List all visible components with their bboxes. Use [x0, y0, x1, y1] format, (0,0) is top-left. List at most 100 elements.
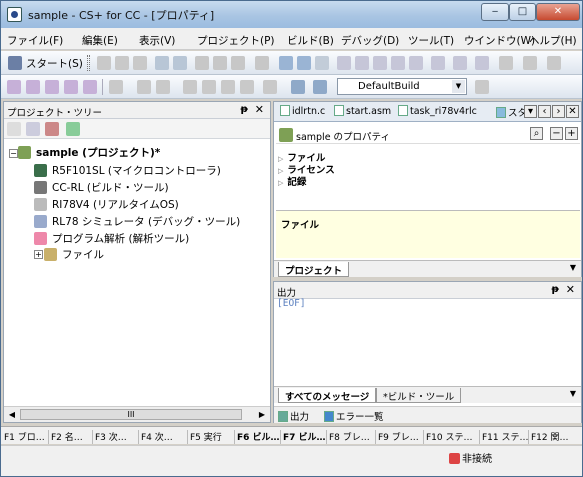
return-icon[interactable]: [431, 56, 445, 70]
restart-icon[interactable]: [475, 56, 489, 70]
tab-list-icon[interactable]: ▾: [524, 105, 537, 118]
go-icon[interactable]: [355, 56, 369, 70]
build-download-icon[interactable]: [297, 56, 311, 70]
fkey-11[interactable]: F11 ステ…: [479, 430, 529, 444]
run-icon[interactable]: [373, 56, 387, 70]
find-files-icon[interactable]: [231, 56, 245, 70]
user-icon[interactable]: [45, 122, 59, 136]
maximize-button[interactable]: □: [509, 3, 536, 21]
format-icon[interactable]: [137, 80, 151, 94]
menu-help[interactable]: ヘルプ(H): [529, 33, 577, 48]
menu-file[interactable]: ファイル(F): [7, 33, 63, 48]
reset-icon[interactable]: [315, 56, 329, 70]
link-icon[interactable]: [109, 80, 123, 94]
output-text[interactable]: [EOF]: [277, 298, 306, 309]
chevron-down-icon[interactable]: ▼: [452, 80, 465, 93]
panel-icon[interactable]: [240, 80, 254, 94]
tab-project[interactable]: プロジェクト: [278, 262, 350, 277]
fkey-5[interactable]: F5 実行: [187, 430, 222, 444]
expand-toggle[interactable]: +: [34, 250, 43, 259]
app-icon[interactable]: [7, 7, 22, 22]
window-icon[interactable]: [183, 80, 197, 94]
fkey-6[interactable]: F6 ビル…: [234, 430, 280, 444]
bookmark-next-icon[interactable]: [26, 80, 40, 94]
cpu-reset-icon[interactable]: [453, 56, 467, 70]
fkey-4[interactable]: F4 次…: [138, 430, 173, 444]
settings-icon[interactable]: [523, 56, 537, 70]
fkey-9[interactable]: F9 ブレ…: [375, 430, 419, 444]
close-icon[interactable]: ✕: [566, 105, 579, 118]
chevron-down-icon[interactable]: ▼: [570, 263, 576, 272]
tab-idlrtn[interactable]: idlrtn.c: [280, 105, 325, 117]
expand-icon[interactable]: ▷: [278, 179, 283, 187]
menu-debug[interactable]: デバッグ(D): [341, 33, 399, 48]
tab-output[interactable]: 出力: [278, 409, 309, 423]
fkey-8[interactable]: F8 ブレ…: [326, 430, 370, 444]
bookmark-icon[interactable]: [255, 56, 269, 70]
refresh-icon[interactable]: [26, 122, 40, 136]
bookmark-toggle-icon[interactable]: [7, 80, 21, 94]
category-record[interactable]: ▷ 記録: [278, 174, 306, 188]
fkey-10[interactable]: F10 ステ…: [423, 430, 473, 444]
tab-task[interactable]: task_ri78v4rlc: [398, 105, 477, 117]
fkey-3[interactable]: F3 次…: [92, 430, 127, 444]
search-icon[interactable]: ⌕: [530, 127, 543, 140]
bookmark-clear-icon[interactable]: [64, 80, 78, 94]
split-icon[interactable]: [221, 80, 235, 94]
indent-icon[interactable]: [156, 80, 170, 94]
copy-icon[interactable]: [115, 56, 129, 70]
close-icon[interactable]: ✕: [255, 103, 264, 116]
menu-tool[interactable]: ツール(T): [408, 33, 454, 48]
bookmark-list-icon[interactable]: [83, 80, 97, 94]
collapse-all-icon[interactable]: −: [550, 127, 563, 140]
expand-all-icon[interactable]: +: [565, 127, 578, 140]
start-button[interactable]: スタート(S): [26, 56, 83, 71]
view-icon[interactable]: [263, 80, 277, 94]
replace-icon[interactable]: [213, 56, 227, 70]
pin-icon[interactable]: ᵽ: [241, 104, 248, 115]
collapse-toggle[interactable]: −: [9, 149, 18, 158]
scroll-left-icon[interactable]: ◀: [5, 408, 19, 421]
menu-window[interactable]: ウインドウ(W): [464, 33, 535, 48]
download-icon[interactable]: [279, 56, 293, 70]
image-icon[interactable]: [66, 122, 80, 136]
start-icon[interactable]: [8, 56, 22, 70]
menu-build[interactable]: ビルド(B): [287, 33, 334, 48]
close-icon[interactable]: ✕: [566, 283, 575, 296]
fkey-12[interactable]: F12 関…: [528, 430, 569, 444]
build-config-select[interactable]: DefaultBuild ▼: [337, 78, 467, 95]
tab-build-tool[interactable]: *ビルド・ツール: [376, 388, 462, 403]
tab-prev-icon[interactable]: ‹: [538, 105, 551, 118]
fkey-2[interactable]: F2 名…: [48, 430, 83, 444]
tab-start[interactable]: スタ: [496, 105, 527, 119]
title-bar[interactable]: sample - CS+ for CC - [プロパティ] ‒ □ ✕: [1, 1, 582, 28]
fkey-1[interactable]: F1 ブロ…: [2, 430, 45, 444]
sort-icon[interactable]: [7, 122, 21, 136]
layout-icon[interactable]: [202, 80, 216, 94]
minimize-button[interactable]: ‒: [481, 3, 509, 21]
toolbar-grip[interactable]: [87, 55, 90, 71]
scroll-thumb[interactable]: III: [20, 409, 242, 420]
bookmark-prev-icon[interactable]: [45, 80, 59, 94]
tab-next-icon[interactable]: ›: [552, 105, 565, 118]
tab-all-messages[interactable]: すべてのメッセージ: [278, 388, 377, 403]
undo-icon[interactable]: [155, 56, 169, 70]
close-button[interactable]: ✕: [536, 3, 580, 21]
menu-edit[interactable]: 編集(E): [82, 33, 118, 48]
rebuild-icon[interactable]: [313, 80, 327, 94]
build-icon[interactable]: [291, 80, 305, 94]
step-over-icon[interactable]: [409, 56, 423, 70]
cut-icon[interactable]: [97, 56, 111, 70]
redo-icon[interactable]: [173, 56, 187, 70]
find-icon[interactable]: [195, 56, 209, 70]
paste-icon[interactable]: [133, 56, 147, 70]
horizontal-scrollbar[interactable]: ◀ III ▶: [4, 406, 270, 422]
build-options-icon[interactable]: [475, 80, 489, 94]
more-icon[interactable]: [547, 56, 561, 70]
pin-icon[interactable]: ᵽ: [552, 284, 559, 295]
chevron-down-icon[interactable]: ▼: [570, 389, 576, 398]
scroll-right-icon[interactable]: ▶: [255, 408, 269, 421]
tab-error-list[interactable]: エラー一覧: [324, 409, 384, 423]
fkey-7[interactable]: F7 ビル…: [280, 430, 326, 444]
step-in-icon[interactable]: [391, 56, 405, 70]
